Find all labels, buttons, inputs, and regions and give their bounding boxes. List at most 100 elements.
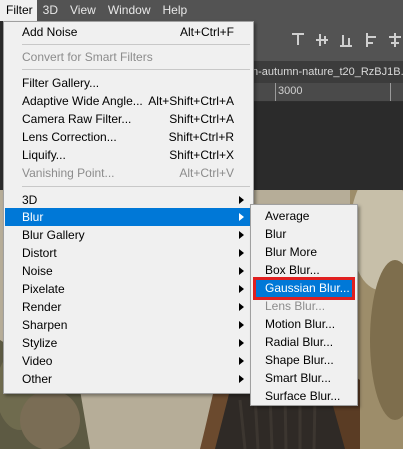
menu-item-label: Distort bbox=[22, 246, 57, 260]
submenu-item-box-blur[interactable]: Box Blur... bbox=[255, 261, 353, 280]
submenu-item-label: Blur More bbox=[265, 245, 318, 259]
menu-item-label: Render bbox=[22, 300, 62, 314]
submenu-item-surface-blur[interactable]: Surface Blur... bbox=[255, 387, 353, 406]
submenu-arrow-icon bbox=[239, 303, 244, 311]
submenu-item-label: Box Blur... bbox=[265, 263, 320, 277]
menu-view[interactable]: View bbox=[64, 0, 102, 21]
ruler-label: 3000 bbox=[278, 85, 303, 97]
menu-item-shortcut: Alt+Ctrl+V bbox=[179, 166, 234, 180]
submenu-item-label: Surface Blur... bbox=[265, 389, 341, 403]
menu-filter[interactable]: Filter bbox=[0, 0, 37, 21]
submenu-arrow-icon bbox=[239, 375, 244, 383]
submenu-item-label: Motion Blur... bbox=[265, 317, 336, 331]
menu-help[interactable]: Help bbox=[157, 0, 194, 21]
submenu-item-average[interactable]: Average bbox=[255, 207, 353, 226]
menu-item-render[interactable]: Render bbox=[5, 298, 252, 316]
menu-item-liquify[interactable]: Liquify... Shift+Ctrl+X bbox=[5, 146, 252, 164]
menu-item-noise[interactable]: Noise bbox=[5, 262, 252, 280]
menu-item-shortcut: Shift+Ctrl+A bbox=[169, 112, 234, 126]
filter-menu: Add Noise Alt+Ctrl+F Convert for Smart F… bbox=[3, 21, 254, 394]
menu-item-stylize[interactable]: Stylize bbox=[5, 334, 252, 352]
submenu-item-label: Average bbox=[265, 209, 310, 223]
submenu-item-motion-blur[interactable]: Motion Blur... bbox=[255, 315, 353, 334]
submenu-item-lens-blur[interactable]: Lens Blur... bbox=[255, 297, 353, 316]
menu-item-camera-raw-filter[interactable]: Camera Raw Filter... Shift+Ctrl+A bbox=[5, 110, 252, 128]
menu-item-label: Camera Raw Filter... bbox=[22, 112, 132, 126]
menu-separator bbox=[22, 44, 250, 45]
menu-3d[interactable]: 3D bbox=[37, 0, 64, 21]
submenu-arrow-icon bbox=[239, 231, 244, 239]
submenu-item-label: Radial Blur... bbox=[265, 335, 334, 349]
menu-item-label: Pixelate bbox=[22, 282, 65, 296]
align-top-icon[interactable] bbox=[292, 33, 304, 47]
options-toolbar bbox=[230, 21, 403, 61]
submenu-item-label: Lens Blur... bbox=[265, 299, 326, 313]
menu-bar: Filter 3D View Window Help bbox=[0, 0, 403, 21]
menu-separator bbox=[22, 69, 250, 70]
menu-item-distort[interactable]: Distort bbox=[5, 244, 252, 262]
menu-item-vanishing-point[interactable]: Vanishing Point... Alt+Ctrl+V bbox=[5, 164, 252, 182]
menu-item-video[interactable]: Video bbox=[5, 352, 252, 370]
submenu-arrow-icon bbox=[239, 357, 244, 365]
menu-item-blur[interactable]: Blur bbox=[5, 208, 252, 226]
document-tab[interactable]: n-autumn-nature_t20_RzBJ1B... bbox=[230, 61, 403, 83]
canvas-background bbox=[230, 102, 403, 190]
menu-item-label: Noise bbox=[22, 264, 53, 278]
menu-item-add-noise[interactable]: Add Noise Alt+Ctrl+F bbox=[5, 23, 252, 41]
menu-item-filter-gallery[interactable]: Filter Gallery... bbox=[5, 74, 252, 92]
blur-submenu: Average Blur Blur More Box Blur... Gauss… bbox=[250, 204, 358, 406]
horizontal-ruler: 3000 bbox=[230, 83, 403, 102]
ruler-tick bbox=[275, 83, 276, 101]
submenu-item-shape-blur[interactable]: Shape Blur... bbox=[255, 351, 353, 370]
menu-item-label: Video bbox=[22, 354, 53, 368]
menu-item-shortcut: Shift+Ctrl+X bbox=[169, 148, 234, 162]
align-left-icon[interactable] bbox=[366, 33, 378, 47]
menu-item-label: Blur bbox=[22, 210, 44, 224]
menu-window[interactable]: Window bbox=[102, 0, 157, 21]
submenu-item-radial-blur[interactable]: Radial Blur... bbox=[255, 333, 353, 352]
menu-item-label: Filter Gallery... bbox=[22, 76, 100, 90]
align-bottom-icon[interactable] bbox=[340, 33, 352, 47]
submenu-arrow-icon bbox=[239, 249, 244, 257]
menu-item-shortcut: Alt+Ctrl+F bbox=[179, 25, 234, 39]
menu-item-label: Vanishing Point... bbox=[22, 166, 115, 180]
ruler-tick bbox=[390, 83, 391, 101]
submenu-arrow-icon bbox=[239, 321, 244, 329]
submenu-item-gaussian-blur[interactable]: Gaussian Blur... bbox=[253, 277, 355, 300]
menu-item-label: Liquify... bbox=[22, 148, 66, 162]
menu-item-pixelate[interactable]: Pixelate bbox=[5, 280, 252, 298]
menu-item-adaptive-wide-angle[interactable]: Adaptive Wide Angle... Alt+Shift+Ctrl+A bbox=[5, 92, 252, 110]
document-tab-title: n-autumn-nature_t20_RzBJ1B... bbox=[252, 66, 403, 78]
submenu-item-smart-blur[interactable]: Smart Blur... bbox=[255, 369, 353, 388]
menu-separator bbox=[22, 186, 250, 187]
submenu-arrow-icon bbox=[239, 196, 244, 204]
menu-item-shortcut: Shift+Ctrl+R bbox=[168, 130, 234, 144]
menu-item-blur-gallery[interactable]: Blur Gallery bbox=[5, 226, 252, 244]
menu-item-other[interactable]: Other bbox=[5, 370, 252, 388]
menu-item-label: Lens Correction... bbox=[22, 130, 117, 144]
menu-item-label: Add Noise bbox=[22, 25, 78, 39]
menu-item-label: Convert for Smart Filters bbox=[22, 50, 153, 64]
submenu-item-label: Shape Blur... bbox=[265, 353, 334, 367]
submenu-arrow-icon bbox=[239, 213, 244, 221]
align-horizontal-center-icon[interactable] bbox=[388, 33, 401, 47]
submenu-item-label: Smart Blur... bbox=[265, 371, 332, 385]
submenu-item-blur[interactable]: Blur bbox=[255, 225, 353, 244]
menu-item-shortcut: Alt+Shift+Ctrl+A bbox=[148, 94, 234, 108]
align-vertical-center-icon[interactable] bbox=[316, 33, 328, 47]
menu-item-label: Adaptive Wide Angle... bbox=[22, 94, 143, 108]
menu-item-3d[interactable]: 3D bbox=[5, 191, 252, 209]
submenu-arrow-icon bbox=[239, 285, 244, 293]
submenu-arrow-icon bbox=[239, 339, 244, 347]
submenu-item-label: Blur bbox=[265, 227, 287, 241]
menu-item-convert-smart-filters[interactable]: Convert for Smart Filters bbox=[5, 48, 252, 66]
menu-item-label: 3D bbox=[22, 193, 38, 207]
menu-item-label: Blur Gallery bbox=[22, 228, 85, 242]
menu-item-label: Sharpen bbox=[22, 318, 68, 332]
submenu-item-blur-more[interactable]: Blur More bbox=[255, 243, 353, 262]
menu-item-sharpen[interactable]: Sharpen bbox=[5, 316, 252, 334]
menu-item-label: Stylize bbox=[22, 336, 58, 350]
submenu-arrow-icon bbox=[239, 267, 244, 275]
submenu-item-label: Gaussian Blur... bbox=[265, 281, 350, 295]
menu-item-lens-correction[interactable]: Lens Correction... Shift+Ctrl+R bbox=[5, 128, 252, 146]
